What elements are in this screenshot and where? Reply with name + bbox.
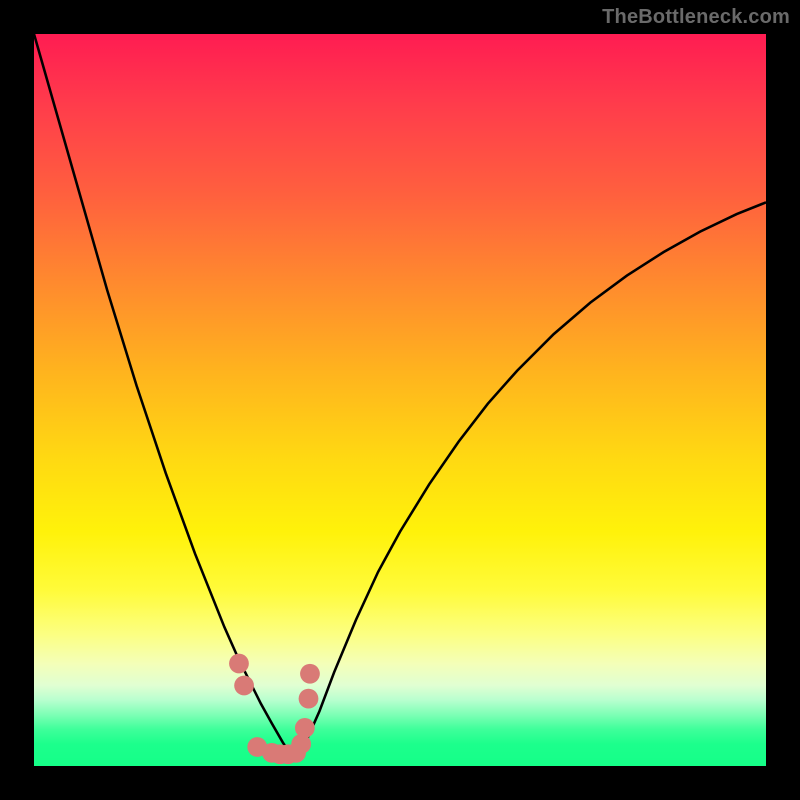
chart-frame: TheBottleneck.com	[0, 0, 800, 800]
marker-dot	[234, 676, 254, 696]
marker-layer	[34, 34, 766, 766]
plot-area	[34, 34, 766, 766]
watermark-text: TheBottleneck.com	[602, 6, 790, 29]
marker-dot	[229, 654, 249, 674]
marker-dot	[299, 689, 319, 709]
good-markers-group	[229, 654, 320, 765]
marker-dot	[295, 718, 315, 738]
marker-dot	[300, 664, 320, 684]
